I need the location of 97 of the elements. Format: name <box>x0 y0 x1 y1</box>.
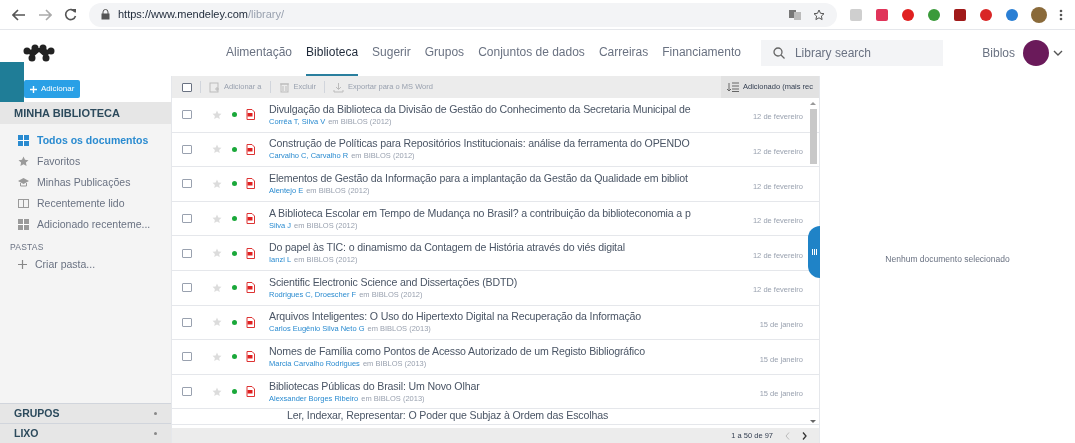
document-title[interactable]: A Biblioteca Escolar em Tempo de Mudança no Brasil? a contribuição da biblioteconomia a p <box>269 206 747 220</box>
star-icon[interactable] <box>212 317 222 328</box>
pdf-file-icon[interactable] <box>246 109 255 121</box>
row-checkbox[interactable] <box>182 214 192 224</box>
panel-toggle-handle[interactable] <box>808 226 820 278</box>
row-checkbox[interactable] <box>182 144 192 154</box>
extension-icon[interactable] <box>979 7 993 22</box>
scrollbar-thumb[interactable] <box>809 109 817 164</box>
section-title: PASTAS <box>9 241 45 254</box>
translate-icon[interactable] <box>789 8 801 21</box>
reload-icon[interactable] <box>64 8 77 21</box>
forward-arrow-icon[interactable] <box>38 8 52 21</box>
nav-tab[interactable]: Alimentação <box>226 30 293 76</box>
scroll-up-icon[interactable] <box>810 101 816 105</box>
row-checkbox[interactable] <box>182 110 192 120</box>
create-folder-button[interactable]: Criar pasta... <box>0 253 171 276</box>
chevron-down-icon[interactable] <box>1053 50 1063 56</box>
sidebar-item[interactable]: Minhas Publicações <box>0 172 171 193</box>
star-icon[interactable] <box>212 386 222 397</box>
book-icon <box>18 198 29 209</box>
star-icon[interactable] <box>212 282 222 293</box>
nav-tab[interactable]: Financiamento <box>662 30 741 76</box>
row-checkbox[interactable] <box>182 283 192 293</box>
mortarboard-icon <box>18 177 29 188</box>
user-avatar[interactable] <box>1023 40 1049 66</box>
document-title[interactable]: Bibliotecas Públicas do Brasil: Um Novo Olhar <box>269 379 747 393</box>
document-title[interactable]: Ler, Indexar, Representar: O Poder que Subjaz à Ordem das Escolhas <box>287 409 609 423</box>
pdf-file-icon[interactable] <box>246 143 255 155</box>
document-title[interactable]: Arquivos Inteligentes: O Uso do Hipertexto Digital na Recuperação da Informação <box>269 310 747 324</box>
next-page-icon[interactable] <box>802 431 807 440</box>
select-all-checkbox[interactable] <box>182 82 192 92</box>
scroll-down-icon[interactable] <box>810 420 816 424</box>
star-icon[interactable] <box>212 144 222 155</box>
pdf-file-icon[interactable] <box>246 316 255 328</box>
document-title[interactable]: Construção de Políticas para Repositórios Institucionais: análise da ferramenta do OPENDO <box>269 137 747 151</box>
nav-tab[interactable]: Conjuntos de dados <box>478 30 585 76</box>
logo-icon[interactable] <box>22 43 56 63</box>
sidebar-section-button[interactable]: GRUPOS <box>0 403 171 423</box>
star-icon[interactable] <box>212 248 222 259</box>
document-title[interactable]: Scientific Electronic Science and Dissertações (BDTD) <box>269 275 747 289</box>
star-icon[interactable] <box>212 213 222 224</box>
star-icon[interactable] <box>212 179 222 189</box>
download-icon <box>333 81 345 93</box>
sidebar-item[interactable]: Adicionado recenteme... <box>0 214 171 235</box>
url-text: https://www.mendeley.com/library/ <box>118 7 285 23</box>
document-title[interactable]: Nomes de Família como Pontos de Acesso Autorizado de um Registo Bibliográfico <box>269 344 747 358</box>
grid-icon <box>18 135 29 146</box>
row-checkbox[interactable] <box>182 248 192 258</box>
search-icon <box>772 47 785 59</box>
columns-icon <box>811 249 817 255</box>
dot-icon <box>154 432 157 435</box>
row-checkbox[interactable] <box>182 317 192 327</box>
extension-icon[interactable] <box>1005 7 1019 22</box>
section-title: MINHA BIBLIOTECA <box>14 105 120 121</box>
extension-icon[interactable] <box>875 7 889 22</box>
nav-tab[interactable]: Sugerir <box>372 30 411 76</box>
document-add-icon <box>209 81 220 93</box>
extension-icon[interactable] <box>901 7 915 22</box>
row-checkbox[interactable] <box>182 179 192 189</box>
pdf-file-icon[interactable] <box>246 247 255 259</box>
pdf-file-icon[interactable] <box>246 386 255 398</box>
sidebar-item[interactable]: Todos os documentos <box>0 130 171 151</box>
row-checkbox[interactable] <box>182 352 192 362</box>
pdf-file-icon[interactable] <box>246 351 255 363</box>
pdf-file-icon[interactable] <box>246 282 255 294</box>
sidebar-item[interactable]: Favoritos <box>0 151 171 172</box>
more-menu-icon[interactable] <box>1059 8 1063 21</box>
address-bar[interactable]: https://www.mendeley.com/library/ <box>89 2 837 27</box>
back-arrow-icon[interactable] <box>12 8 26 21</box>
search-field[interactable]: Library search <box>760 40 943 66</box>
nav-tab[interactable]: Carreiras <box>598 30 649 76</box>
trash-icon <box>278 81 290 93</box>
plus-icon <box>30 85 37 93</box>
star-icon[interactable] <box>212 351 222 362</box>
extension-icon[interactable] <box>953 7 967 22</box>
dot-icon <box>154 412 157 415</box>
nav-tab[interactable]: Grupos <box>424 30 465 76</box>
add-button[interactable]: Adicionar <box>24 80 81 98</box>
user-name: Biblos <box>982 45 1015 62</box>
sidebar-item[interactable]: Recentemente lido <box>0 193 171 214</box>
extension-icon[interactable] <box>927 7 941 22</box>
document-title[interactable]: Do papel às TIC: o dinamismo da Contagem de História através do viés digital <box>269 241 747 255</box>
document-title[interactable]: Elementos de Gestão da Informação para a implantação da Gestão da Qualidade em bibliot <box>269 172 747 185</box>
row-checkbox[interactable] <box>182 387 192 397</box>
star-icon <box>18 156 29 167</box>
profile-avatar[interactable] <box>1031 6 1047 23</box>
document-title[interactable]: Divulgação da Biblioteca da Divisão de Gestão do Conhecimento da Secretaria Municipal de <box>269 102 747 116</box>
plus-icon <box>18 260 27 270</box>
lock-icon <box>101 9 110 20</box>
sort-list-icon <box>726 82 739 92</box>
empty-message: Nenhum documento selecionado <box>885 253 1010 266</box>
pdf-file-icon[interactable] <box>246 178 255 190</box>
grid-icon <box>18 219 29 230</box>
star-icon[interactable] <box>212 109 222 120</box>
pdf-file-icon[interactable] <box>246 213 255 225</box>
sidebar-section-button[interactable]: LIXO <box>0 423 171 443</box>
star-outline-icon[interactable] <box>813 8 825 21</box>
